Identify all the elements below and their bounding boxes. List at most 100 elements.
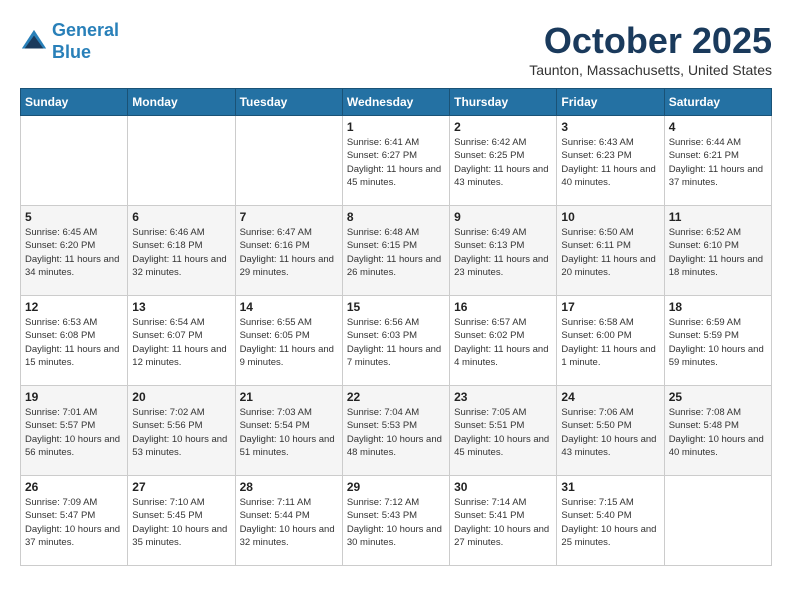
day-number: 6	[132, 210, 230, 224]
day-number: 18	[669, 300, 767, 314]
day-info: Sunrise: 6:56 AM Sunset: 6:03 PM Dayligh…	[347, 316, 445, 369]
day-info: Sunrise: 7:14 AM Sunset: 5:41 PM Dayligh…	[454, 496, 552, 549]
day-info: Sunrise: 6:46 AM Sunset: 6:18 PM Dayligh…	[132, 226, 230, 279]
calendar-cell: 7 Sunrise: 6:47 AM Sunset: 6:16 PM Daylig…	[235, 206, 342, 296]
day-number: 13	[132, 300, 230, 314]
day-info: Sunrise: 7:01 AM Sunset: 5:57 PM Dayligh…	[25, 406, 123, 459]
day-info: Sunrise: 7:03 AM Sunset: 5:54 PM Dayligh…	[240, 406, 338, 459]
calendar-cell: 8 Sunrise: 6:48 AM Sunset: 6:15 PM Daylig…	[342, 206, 449, 296]
day-info: Sunrise: 7:04 AM Sunset: 5:53 PM Dayligh…	[347, 406, 445, 459]
calendar-cell: 23Sunrise: 7:05 AM Sunset: 5:51 PM Dayli…	[450, 386, 557, 476]
day-number: 10	[561, 210, 659, 224]
calendar-body: 1Sunrise: 6:41 AM Sunset: 6:27 PM Daylig…	[21, 116, 772, 566]
calendar-cell: 12Sunrise: 6:53 AM Sunset: 6:08 PM Dayli…	[21, 296, 128, 386]
day-info: Sunrise: 6:47 AM Sunset: 6:16 PM Dayligh…	[240, 226, 338, 279]
logo-line2: Blue	[52, 42, 91, 62]
calendar-cell: 31 Sunrise: 7:15 AM Sunset: 5:40 PM Dayli…	[557, 476, 664, 566]
weekday-header-row: SundayMondayTuesdayWednesdayThursdayFrid…	[21, 89, 772, 116]
calendar-week-row: 1Sunrise: 6:41 AM Sunset: 6:27 PM Daylig…	[21, 116, 772, 206]
day-info: Sunrise: 7:08 AM Sunset: 5:48 PM Dayligh…	[669, 406, 767, 459]
calendar-cell: 2 Sunrise: 6:42 AM Sunset: 6:25 PM Daylig…	[450, 116, 557, 206]
page-header: General Blue October 2025 Taunton, Massa…	[20, 20, 772, 78]
calendar-cell: 19 Sunrise: 7:01 AM Sunset: 5:57 PM Dayli…	[21, 386, 128, 476]
day-info: Sunrise: 7:12 AM Sunset: 5:43 PM Dayligh…	[347, 496, 445, 549]
day-number: 8	[347, 210, 445, 224]
day-info: Sunrise: 6:55 AM Sunset: 6:05 PM Dayligh…	[240, 316, 338, 369]
day-number: 4	[669, 120, 767, 134]
day-info: Sunrise: 6:49 AM Sunset: 6:13 PM Dayligh…	[454, 226, 552, 279]
day-info: Sunrise: 6:52 AM Sunset: 6:10 PM Dayligh…	[669, 226, 767, 279]
day-info: Sunrise: 6:58 AM Sunset: 6:00 PM Dayligh…	[561, 316, 659, 369]
day-number: 16	[454, 300, 552, 314]
day-number: 20	[132, 390, 230, 404]
calendar-cell: 29 Sunrise: 7:12 AM Sunset: 5:43 PM Dayli…	[342, 476, 449, 566]
logo-text: General Blue	[52, 20, 119, 63]
calendar-cell: 1Sunrise: 6:41 AM Sunset: 6:27 PM Daylig…	[342, 116, 449, 206]
calendar-cell: 18 Sunrise: 6:59 AM Sunset: 5:59 PM Dayli…	[664, 296, 771, 386]
day-info: Sunrise: 6:42 AM Sunset: 6:25 PM Dayligh…	[454, 136, 552, 189]
day-number: 7	[240, 210, 338, 224]
weekday-header-cell: Saturday	[664, 89, 771, 116]
calendar-cell: 16 Sunrise: 6:57 AM Sunset: 6:02 PM Dayli…	[450, 296, 557, 386]
calendar-cell: 24Sunrise: 7:06 AM Sunset: 5:50 PM Dayli…	[557, 386, 664, 476]
calendar-cell: 28 Sunrise: 7:11 AM Sunset: 5:44 PM Dayli…	[235, 476, 342, 566]
weekday-header-cell: Monday	[128, 89, 235, 116]
day-number: 26	[25, 480, 123, 494]
day-number: 14	[240, 300, 338, 314]
day-number: 2	[454, 120, 552, 134]
day-number: 19	[25, 390, 123, 404]
day-info: Sunrise: 6:41 AM Sunset: 6:27 PM Dayligh…	[347, 136, 445, 189]
weekday-header-cell: Wednesday	[342, 89, 449, 116]
calendar-cell	[21, 116, 128, 206]
day-number: 29	[347, 480, 445, 494]
calendar-cell: 25 Sunrise: 7:08 AM Sunset: 5:48 PM Dayli…	[664, 386, 771, 476]
day-number: 28	[240, 480, 338, 494]
day-number: 21	[240, 390, 338, 404]
day-number: 25	[669, 390, 767, 404]
calendar-cell: 9Sunrise: 6:49 AM Sunset: 6:13 PM Daylig…	[450, 206, 557, 296]
day-number: 3	[561, 120, 659, 134]
day-number: 22	[347, 390, 445, 404]
weekday-header-cell: Sunday	[21, 89, 128, 116]
calendar-cell: 6 Sunrise: 6:46 AM Sunset: 6:18 PM Daylig…	[128, 206, 235, 296]
day-number: 12	[25, 300, 123, 314]
day-info: Sunrise: 6:48 AM Sunset: 6:15 PM Dayligh…	[347, 226, 445, 279]
logo-icon	[20, 28, 48, 56]
calendar-cell: 3Sunrise: 6:43 AM Sunset: 6:23 PM Daylig…	[557, 116, 664, 206]
calendar-table: SundayMondayTuesdayWednesdayThursdayFrid…	[20, 88, 772, 566]
calendar-cell: 17 Sunrise: 6:58 AM Sunset: 6:00 PM Dayli…	[557, 296, 664, 386]
day-number: 15	[347, 300, 445, 314]
day-info: Sunrise: 7:02 AM Sunset: 5:56 PM Dayligh…	[132, 406, 230, 459]
day-number: 17	[561, 300, 659, 314]
day-number: 11	[669, 210, 767, 224]
calendar-week-row: 26Sunrise: 7:09 AM Sunset: 5:47 PM Dayli…	[21, 476, 772, 566]
calendar-cell: 27 Sunrise: 7:10 AM Sunset: 5:45 PM Dayli…	[128, 476, 235, 566]
day-number: 27	[132, 480, 230, 494]
calendar-week-row: 12Sunrise: 6:53 AM Sunset: 6:08 PM Dayli…	[21, 296, 772, 386]
month-title: October 2025	[529, 20, 772, 62]
calendar-cell: 5 Sunrise: 6:45 AM Sunset: 6:20 PM Daylig…	[21, 206, 128, 296]
calendar-cell: 14 Sunrise: 6:55 AM Sunset: 6:05 PM Dayli…	[235, 296, 342, 386]
title-area: October 2025 Taunton, Massachusetts, Uni…	[529, 20, 772, 78]
day-info: Sunrise: 7:11 AM Sunset: 5:44 PM Dayligh…	[240, 496, 338, 549]
calendar-cell: 26Sunrise: 7:09 AM Sunset: 5:47 PM Dayli…	[21, 476, 128, 566]
day-info: Sunrise: 6:59 AM Sunset: 5:59 PM Dayligh…	[669, 316, 767, 369]
day-info: Sunrise: 6:45 AM Sunset: 6:20 PM Dayligh…	[25, 226, 123, 279]
weekday-header-cell: Friday	[557, 89, 664, 116]
calendar-cell: 22 Sunrise: 7:04 AM Sunset: 5:53 PM Dayli…	[342, 386, 449, 476]
day-number: 5	[25, 210, 123, 224]
logo: General Blue	[20, 20, 119, 63]
calendar-week-row: 19 Sunrise: 7:01 AM Sunset: 5:57 PM Dayli…	[21, 386, 772, 476]
day-number: 31	[561, 480, 659, 494]
day-info: Sunrise: 6:44 AM Sunset: 6:21 PM Dayligh…	[669, 136, 767, 189]
day-info: Sunrise: 7:15 AM Sunset: 5:40 PM Dayligh…	[561, 496, 659, 549]
day-info: Sunrise: 7:10 AM Sunset: 5:45 PM Dayligh…	[132, 496, 230, 549]
day-number: 24	[561, 390, 659, 404]
calendar-cell: 11 Sunrise: 6:52 AM Sunset: 6:10 PM Dayli…	[664, 206, 771, 296]
calendar-cell: 13Sunrise: 6:54 AM Sunset: 6:07 PM Dayli…	[128, 296, 235, 386]
calendar-cell	[235, 116, 342, 206]
calendar-cell: 21 Sunrise: 7:03 AM Sunset: 5:54 PM Dayli…	[235, 386, 342, 476]
calendar-cell	[128, 116, 235, 206]
day-info: Sunrise: 6:57 AM Sunset: 6:02 PM Dayligh…	[454, 316, 552, 369]
day-info: Sunrise: 6:50 AM Sunset: 6:11 PM Dayligh…	[561, 226, 659, 279]
